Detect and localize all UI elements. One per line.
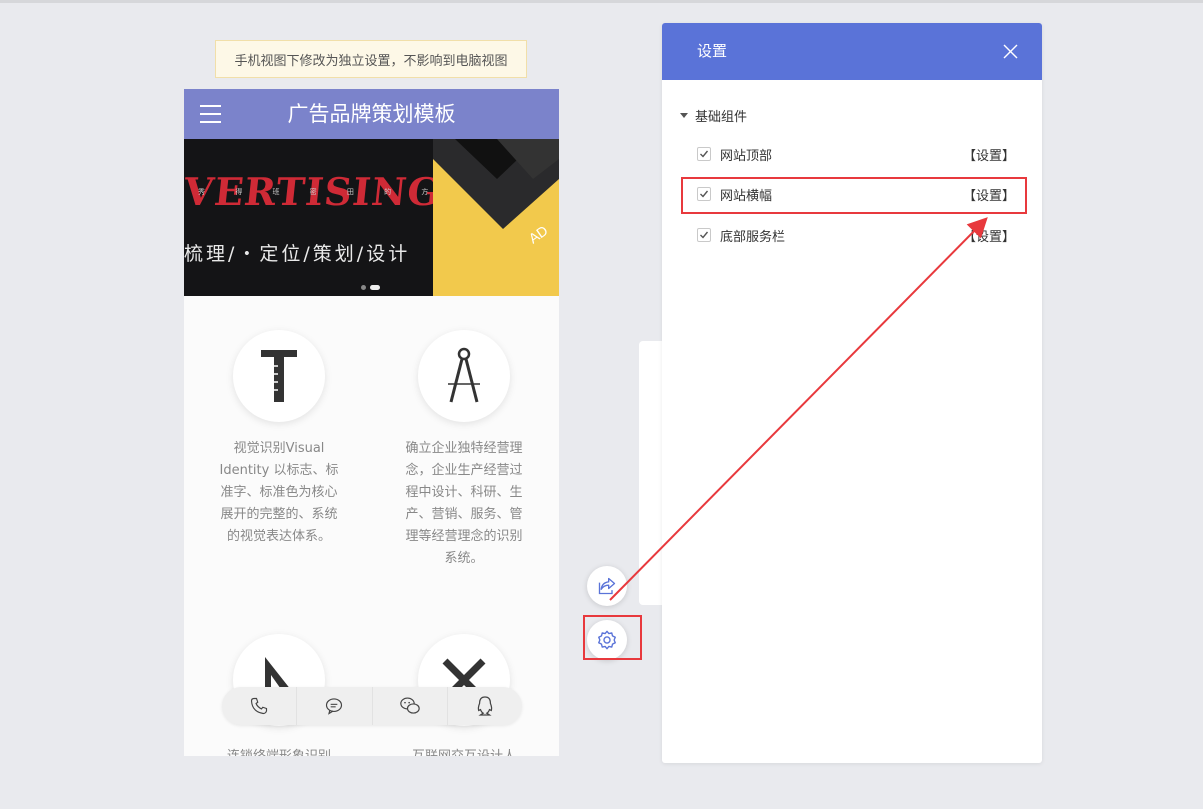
annotation-arrow	[609, 217, 988, 601]
